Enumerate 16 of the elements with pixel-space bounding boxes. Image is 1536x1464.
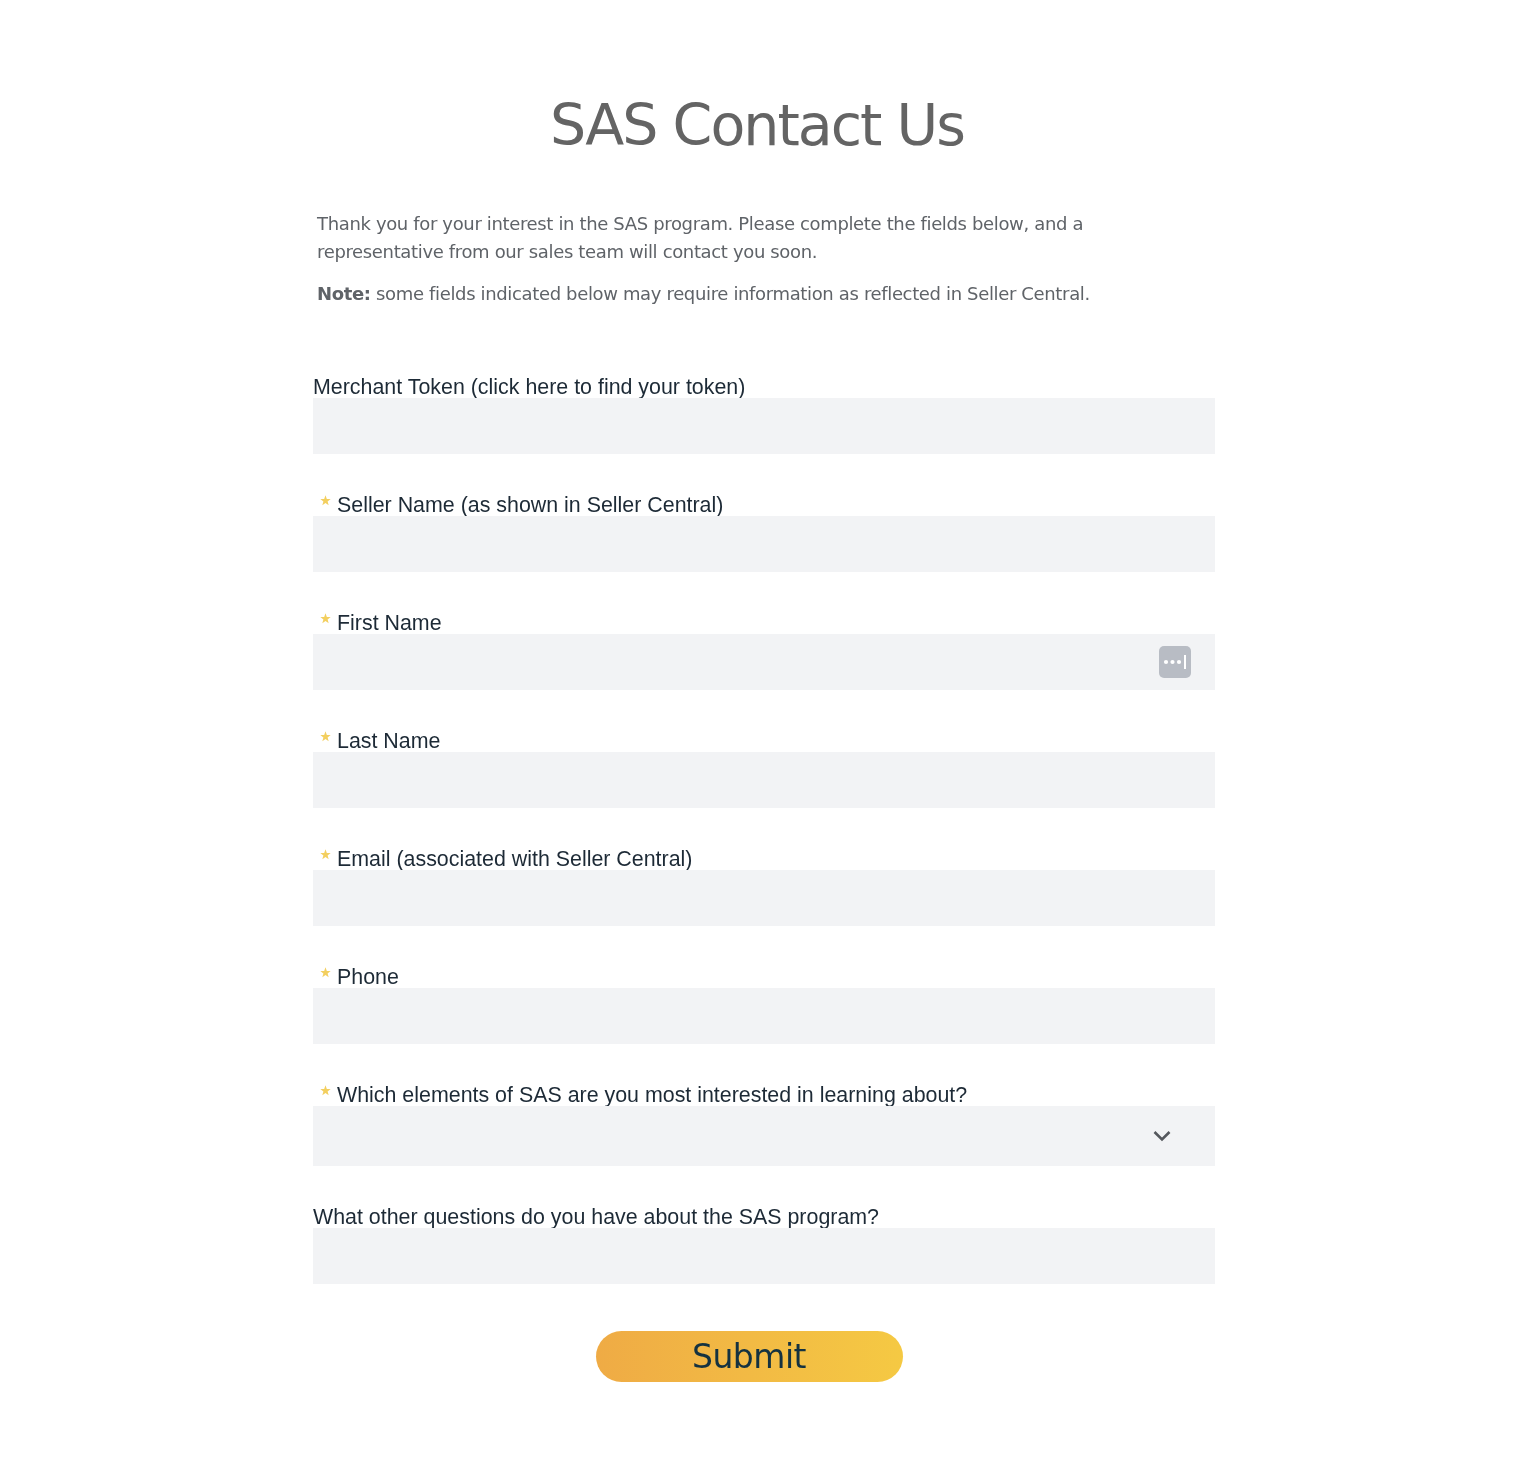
field-label: Last Name: [337, 730, 441, 752]
field-label: Merchant Token (click here to find your token): [313, 376, 746, 398]
field-label: Which elements of SAS are you most interested in learning about?: [337, 1084, 968, 1106]
field-label: Email (associated with Seller Central): [337, 848, 693, 870]
page-title: SAS Contact Us: [549, 92, 965, 158]
password-manager-icon[interactable]: [1159, 646, 1191, 678]
input-field[interactable]: [313, 634, 1215, 690]
intro-paragraph: Note: some fields indicated below may require information as reflected in Seller Central.: [317, 282, 1091, 306]
field-label: What other questions do you have about the SAS program?: [313, 1206, 880, 1228]
field-label: First Name: [337, 612, 442, 634]
chevron-down-icon: [1153, 1130, 1171, 1142]
intro-paragraph: Thank you for your interest in the SAS program. Please complete the fields below, and a representative from our sales team will contact you soon.: [317, 212, 1085, 264]
submit-button[interactable]: Submit: [595, 1331, 903, 1382]
field-label: Seller Name (as shown in Seller Central): [337, 494, 724, 516]
field-label: Phone: [337, 966, 399, 988]
dropdown-field[interactable]: [313, 1106, 1215, 1166]
